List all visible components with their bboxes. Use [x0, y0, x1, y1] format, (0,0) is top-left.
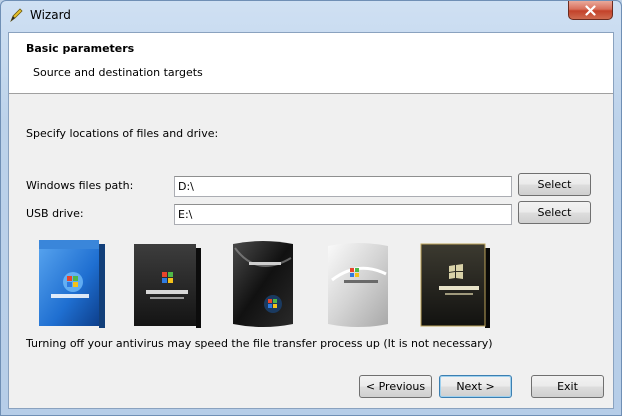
header-title: Basic parameters	[26, 42, 135, 55]
usb-drive-select-button[interactable]: Select	[518, 201, 591, 224]
usb-drive-input[interactable]: E:\	[174, 204, 512, 225]
windows-path-label: Windows files path:	[26, 179, 134, 192]
windows-path-input[interactable]: D:\	[174, 176, 512, 197]
title-bar[interactable]: Wizard	[1, 1, 621, 31]
windows-path-select-button[interactable]: Select	[518, 173, 591, 196]
antivirus-note: Turning off your antivirus may speed the…	[26, 337, 493, 350]
wizard-client-area: Basic parameters Source and destination …	[8, 32, 614, 409]
instruction-text: Specify locations of files and drive:	[26, 127, 219, 140]
close-button[interactable]	[568, 1, 613, 20]
windows-xp-box-icon	[39, 240, 105, 328]
previous-button[interactable]: < Previous	[359, 375, 432, 398]
windows-server-2008-box-icon	[328, 243, 388, 327]
next-button[interactable]: Next >	[439, 375, 512, 398]
wizard-header: Basic parameters Source and destination …	[9, 33, 613, 94]
exit-button[interactable]: Exit	[531, 375, 604, 398]
window-title: Wizard	[30, 8, 71, 22]
usb-drive-label: USB drive:	[26, 207, 84, 220]
wizard-window: Wizard Basic parameters Source and desti…	[0, 0, 622, 416]
close-icon	[585, 4, 596, 16]
header-subtitle: Source and destination targets	[33, 66, 203, 79]
windows-7-box-icon	[420, 243, 490, 328]
windows-vista-box-icon	[233, 241, 293, 327]
windows-product-boxes	[29, 238, 499, 330]
windows-server-2003-box-icon	[134, 244, 201, 328]
pencil-icon	[10, 8, 23, 23]
